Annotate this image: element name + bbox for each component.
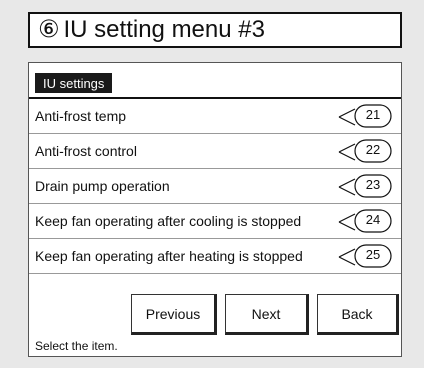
- back-button[interactable]: Back: [317, 294, 399, 335]
- next-button[interactable]: Next: [225, 294, 309, 335]
- menu-item-label: Anti-frost control: [35, 143, 137, 159]
- previous-button[interactable]: Previous: [131, 294, 217, 335]
- callout-ref: 21: [337, 103, 395, 129]
- settings-panel: IU settings Anti-frost temp 21 Anti-fros…: [28, 62, 402, 357]
- status-message: Select the item.: [35, 339, 118, 353]
- callout-number: 22: [365, 142, 381, 157]
- page-title: ⑥ IU setting menu #3: [28, 12, 402, 48]
- menu-item-anti-frost-temp[interactable]: Anti-frost temp 21: [29, 99, 401, 134]
- step-number: ⑥: [38, 16, 60, 43]
- tab-label: IU settings: [43, 75, 105, 91]
- previous-button-label: Previous: [145, 305, 201, 322]
- tab-iu-settings: IU settings: [35, 73, 113, 93]
- callout-number: 25: [365, 247, 381, 262]
- menu-item-drain-pump-operation[interactable]: Drain pump operation 23: [29, 169, 401, 204]
- menu-item-label: Drain pump operation: [35, 178, 170, 194]
- callout-ref: 23: [337, 173, 395, 199]
- menu-item-label: Keep fan operating after cooling is stop…: [35, 213, 302, 229]
- callout-ref: 24: [337, 208, 395, 234]
- menu-item-keep-fan-after-heating[interactable]: Keep fan operating after heating is stop…: [29, 239, 401, 274]
- page-title-text: IU setting menu #3: [63, 16, 265, 43]
- callout-number: 24: [365, 212, 381, 227]
- menu-item-keep-fan-after-cooling[interactable]: Keep fan operating after cooling is stop…: [29, 204, 401, 239]
- callout-number: 21: [365, 107, 381, 122]
- menu-item-label: Anti-frost temp: [35, 108, 127, 124]
- callout-ref: 22: [337, 138, 395, 164]
- back-button-label: Back: [341, 305, 373, 322]
- menu-item-anti-frost-control[interactable]: Anti-frost control 22: [29, 134, 401, 169]
- callout-ref: 25: [337, 243, 395, 269]
- next-button-label: Next: [251, 305, 281, 322]
- menu-item-label: Keep fan operating after heating is stop…: [35, 248, 303, 264]
- callout-number: 23: [365, 177, 381, 192]
